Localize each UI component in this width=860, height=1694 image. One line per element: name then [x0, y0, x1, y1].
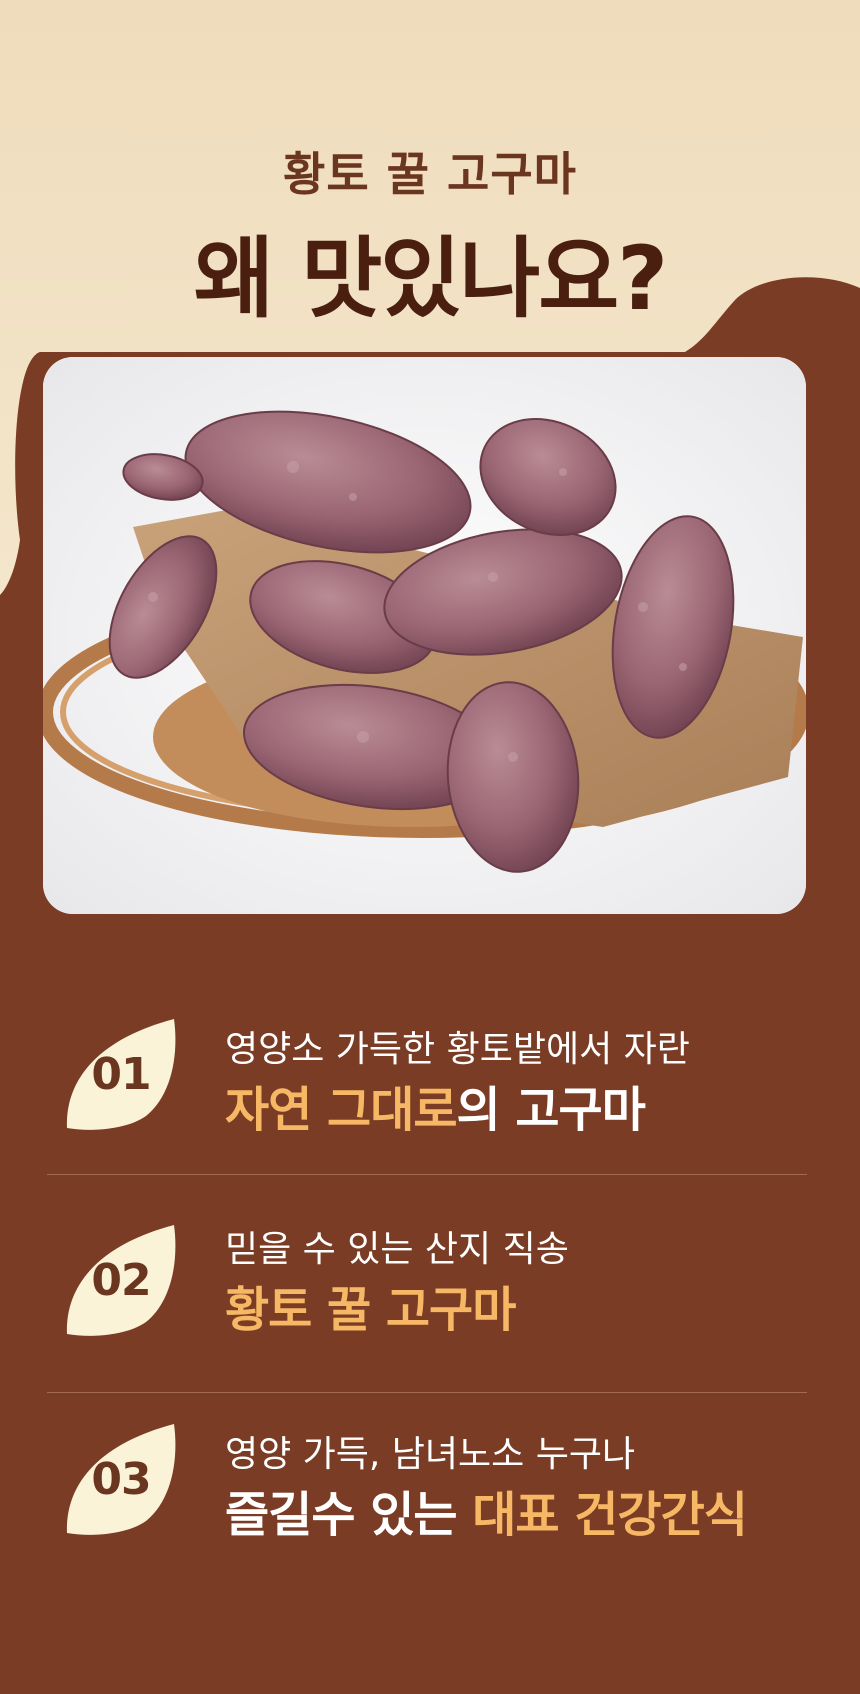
- feature-highlight: 자연 그대로: [225, 1082, 458, 1138]
- divider: [47, 1392, 807, 1393]
- feature-line1: 영양소 가득한 황토밭에서 자란: [225, 1029, 690, 1070]
- number-badge: 02: [61, 1222, 181, 1340]
- sweet-potato-illustration: [43, 357, 806, 914]
- number-badge: 03: [61, 1421, 181, 1539]
- feature-highlight: 대표 건강간식: [472, 1487, 748, 1543]
- badge-number: 01: [91, 1049, 151, 1100]
- feature-line2: 황토 꿀 고구마: [225, 1270, 516, 1340]
- badge-number: 03: [91, 1454, 151, 1505]
- feature-rest: 의 고구마: [456, 1082, 646, 1138]
- badge-number: 02: [91, 1255, 151, 1306]
- hero-title: 왜 맛있나요?: [193, 227, 668, 330]
- feature-item-02: 02 믿을 수 있는 산지 직송 황토 꿀 고구마: [47, 1218, 807, 1346]
- feature-text: 즐길수 있는: [225, 1487, 473, 1543]
- feature-highlight: 황토 꿀 고구마: [225, 1282, 516, 1338]
- feature-line2: 자연 그대로의 고구마: [225, 1070, 646, 1140]
- feature-line2: 즐길수 있는 대표 건강간식: [225, 1475, 748, 1545]
- product-photo: [43, 357, 806, 914]
- feature-item-03: 03 영양 가득, 남녀노소 누구나 즐길수 있는 대표 건강간식: [47, 1417, 807, 1545]
- feature-item-01: 01 영양소 가득한 황토밭에서 자란 자연 그대로의 고구마: [47, 1012, 807, 1140]
- feature-line1: 믿을 수 있는 산지 직송: [225, 1229, 569, 1270]
- divider: [47, 1174, 807, 1175]
- product-detail-page: 황토 꿀 고구마 왜 맛있나요? 01 영양소 가득한 황토밭에서 자란 자연 …: [0, 0, 860, 1694]
- feature-line1: 영양 가득, 남녀노소 누구나: [225, 1434, 636, 1475]
- number-badge: 01: [61, 1016, 181, 1134]
- hero-subtitle: 황토 꿀 고구마: [283, 147, 577, 201]
